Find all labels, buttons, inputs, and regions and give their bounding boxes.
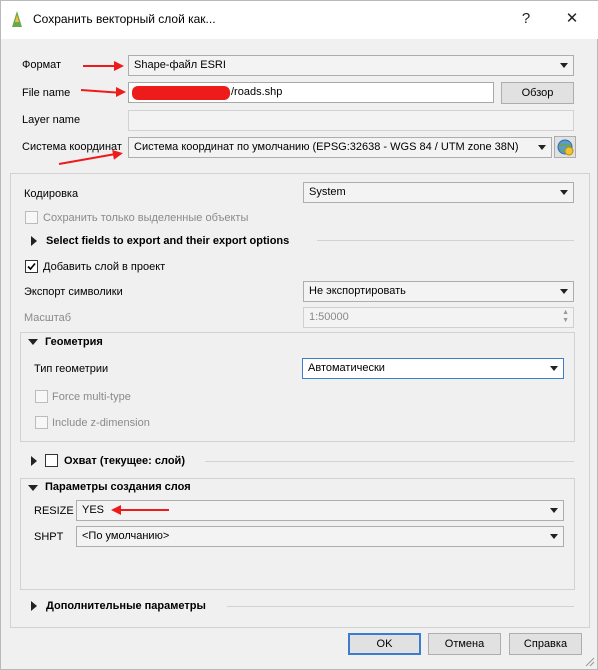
spin-arrows-icon: ▲ ▼ — [562, 309, 569, 324]
cancel-button[interactable]: Отмена — [428, 633, 501, 655]
expand-right-icon[interactable] — [31, 236, 37, 246]
shpt-combo[interactable]: <По умолчанию> — [76, 526, 564, 547]
symbology-export-combo[interactable]: Не экспортировать — [303, 281, 574, 302]
file-name-value: /roads.shp — [231, 86, 283, 98]
chevron-down-icon — [538, 145, 546, 150]
globe-icon — [557, 139, 574, 156]
checkmark-icon — [27, 262, 36, 271]
ok-button[interactable]: OK — [348, 633, 421, 655]
crs-combo[interactable]: Система координат по умолчанию (EPSG:326… — [128, 137, 552, 158]
close-icon[interactable]: ✕ — [561, 9, 583, 29]
add-layer-checkbox[interactable] — [25, 260, 38, 273]
layer-name-input — [128, 110, 574, 131]
geometry-type-value: Автоматически — [308, 362, 385, 374]
chevron-down-icon — [560, 190, 568, 195]
encoding-label: Кодировка — [24, 188, 79, 200]
add-layer-label: Добавить слой в проект — [43, 261, 166, 273]
collapse-down-icon[interactable] — [28, 339, 38, 345]
qgis-logo-icon — [12, 11, 22, 27]
crs-label: Система координат — [22, 141, 122, 153]
window-title: Сохранить векторный слой как... — [33, 12, 216, 26]
symbology-export-label: Экспорт символики — [24, 286, 123, 298]
file-name-label: File name — [22, 87, 71, 99]
browse-button[interactable]: Обзор — [501, 82, 574, 104]
chevron-down-icon — [550, 534, 558, 539]
help-button[interactable]: Справка — [509, 633, 582, 655]
resize-label: RESIZE — [34, 505, 74, 517]
section-divider — [317, 240, 574, 241]
scale-value: 1:50000 — [309, 311, 349, 323]
redacted-path-mark — [132, 86, 230, 100]
extent-checkbox[interactable] — [45, 454, 58, 467]
shpt-value: <По умолчанию> — [82, 530, 170, 542]
force-multi-checkbox[interactable] — [35, 390, 48, 403]
symbology-export-value: Не экспортировать — [309, 285, 406, 297]
encoding-value: System — [309, 186, 346, 198]
scale-spinbox: 1:50000 ▲ ▼ — [303, 307, 574, 328]
crs-value: Система координат по умолчанию (EPSG:326… — [134, 141, 519, 153]
resize-grip-icon[interactable] — [583, 655, 595, 667]
format-label: Формат — [22, 59, 62, 71]
crs-select-button[interactable] — [554, 136, 576, 158]
help-icon[interactable]: ? — [515, 9, 537, 29]
format-combo[interactable]: Shape-файл ESRI — [128, 55, 574, 76]
format-value: Shape-файл ESRI — [134, 59, 226, 71]
section-divider — [205, 461, 574, 462]
expand-right-icon[interactable] — [31, 456, 37, 466]
expand-right-icon[interactable] — [31, 601, 37, 611]
include-z-label: Include z-dimension — [52, 417, 150, 429]
title-bar: Сохранить векторный слой как... ? ✕ — [1, 1, 598, 39]
layer-name-label: Layer name — [22, 114, 81, 126]
resize-value: YES — [82, 504, 105, 516]
save-selected-label: Сохранить только выделенные объекты — [43, 212, 249, 224]
scale-label: Масштаб — [24, 312, 72, 324]
geometry-type-combo[interactable]: Автоматически — [302, 358, 564, 379]
include-z-checkbox[interactable] — [35, 416, 48, 429]
extent-header[interactable]: Охват (текущее: слой) — [64, 455, 185, 467]
select-fields-header[interactable]: Select fields to export and their export… — [46, 235, 289, 247]
chevron-down-icon — [560, 289, 568, 294]
force-multi-label: Force multi-type — [52, 391, 131, 403]
chevron-down-icon — [560, 63, 568, 68]
encoding-combo[interactable]: System — [303, 182, 574, 203]
save-vector-layer-dialog: Сохранить векторный слой как... ? ✕ Форм… — [0, 0, 598, 670]
shpt-label: SHPT — [34, 531, 64, 543]
section-divider — [227, 606, 574, 607]
chevron-down-icon — [550, 508, 558, 513]
geometry-type-label: Тип геометрии — [34, 363, 109, 375]
chevron-down-icon — [550, 366, 558, 371]
advanced-header[interactable]: Дополнительные параметры — [46, 600, 206, 612]
layer-options-header[interactable]: Параметры создания слоя — [45, 481, 191, 493]
geometry-header[interactable]: Геометрия — [45, 336, 103, 348]
save-selected-checkbox[interactable] — [25, 211, 38, 224]
collapse-down-icon[interactable] — [28, 485, 38, 491]
